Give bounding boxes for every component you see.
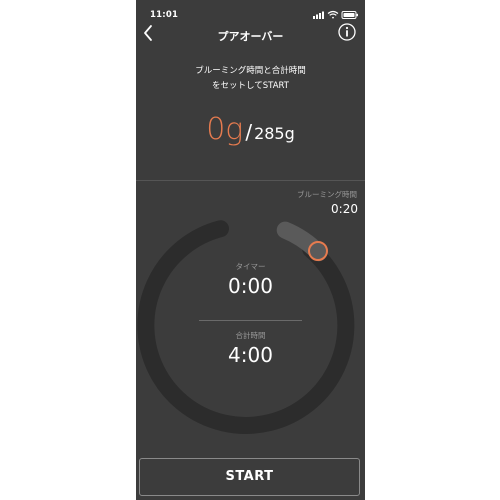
status-icons	[313, 10, 358, 19]
timer-dial	[137, 220, 355, 434]
info-icon[interactable]	[337, 22, 357, 42]
timer-value: 0:00	[228, 274, 273, 298]
status-bar: 11:01	[136, 0, 365, 20]
section-divider	[136, 180, 365, 181]
start-button[interactable]: START	[139, 458, 360, 496]
total-time-value[interactable]: 4:00	[136, 343, 365, 367]
phone-screen: 11:01 プアオーバー ブルーミング時間と合計時間 をセットしてSTART 0…	[136, 0, 365, 500]
bloom-time-label: ブルーミング時間	[297, 190, 357, 199]
current-weight: 0g	[206, 112, 244, 147]
instruction-line-1: ブルーミング時間と合計時間	[195, 66, 306, 76]
total-time-label: 合計時間	[235, 331, 266, 340]
bloom-time-segment	[276, 221, 328, 262]
weight-separator: /	[245, 120, 253, 144]
dial-divider	[199, 320, 302, 321]
target-weight: 285g	[254, 124, 295, 143]
status-time: 11:01	[150, 10, 179, 20]
navigation-bar: プアオーバー	[136, 20, 365, 48]
weight-display: 0g/285g	[136, 112, 365, 147]
instruction-line-2: をセットしてSTART	[212, 81, 289, 91]
wifi-icon	[327, 10, 339, 19]
battery-icon	[341, 11, 358, 19]
page-title: プアオーバー	[217, 30, 284, 43]
instruction-text: ブルーミング時間と合計時間 をセットしてSTART	[136, 64, 365, 94]
signal-icon	[313, 11, 324, 19]
timer-label: タイマー	[235, 262, 266, 271]
